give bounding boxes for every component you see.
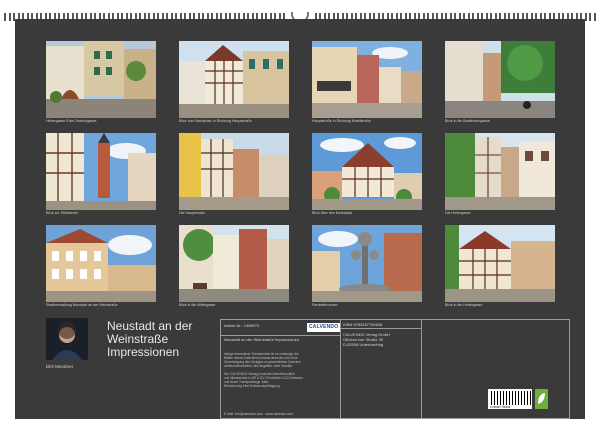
thumb-11[interactable] [312, 225, 422, 302]
author-portrait [46, 318, 88, 360]
calendar-back-sheet: Hintergasse Ecke Zwerchgasse Blick vom M… [15, 19, 585, 419]
photo-stiftskirche [46, 133, 156, 210]
caption-2: Blick vom Marktplatz in Richtung Hauptst… [179, 119, 252, 123]
binding-ring [4, 13, 6, 21]
caption-4: Blick in die Badstubengasse [445, 119, 490, 123]
caption-7: Blick über den Marktplatz [312, 211, 353, 215]
photo-hauptstrasse-marktstrasse [312, 41, 422, 118]
contact-line: E-Mail: info@calvendo.com · www.calvendo… [224, 412, 293, 416]
caption-6: Die Hauptstraße [179, 211, 206, 215]
photo-parabelbrunnen [312, 225, 422, 302]
info-subtitle: Neustadt an der Weinstraße Impressionen [224, 337, 300, 342]
caption-12: Blick in die Hintergasse [445, 303, 483, 307]
barcode-bar [529, 391, 531, 405]
photo-marktplatz [312, 133, 422, 210]
thumb-9[interactable] [46, 225, 156, 302]
caption-11: Parabelbrunnen [312, 303, 338, 307]
thumb-5[interactable] [46, 133, 156, 210]
thumb-2[interactable] [179, 41, 289, 118]
caption-1: Hintergasse Ecke Zwerchgasse [46, 119, 97, 123]
barcode-bar [493, 391, 496, 405]
barcode-bar [523, 391, 525, 405]
barcode-bar [508, 391, 511, 405]
binding-ring [8, 13, 11, 21]
barcode-bar [491, 391, 492, 405]
barcode-bar [521, 391, 522, 405]
thumb-12[interactable] [445, 225, 555, 302]
photo-hauptstrasse [179, 133, 289, 210]
thumb-8[interactable] [445, 133, 555, 210]
eco-leaf-icon [535, 389, 548, 409]
thumb-10[interactable] [179, 225, 289, 302]
description-line-4: weiterzuverarbeiten. Alle Angaben ohne G… [224, 364, 293, 368]
binding-ring [593, 13, 596, 21]
caption-10: Blick in die Mittelgasse [179, 303, 216, 307]
thumb-3[interactable] [312, 41, 422, 118]
barcode-bar [506, 391, 507, 405]
photo-stadtverwaltung [46, 225, 156, 302]
photo-badstubengasse [445, 41, 555, 118]
barcode-bar [518, 391, 519, 405]
isbn: ISBN 9783457750636 [343, 322, 383, 327]
barcode-bar [511, 391, 513, 405]
photo-mittelgasse [179, 225, 289, 302]
calendar-title: Neustadt an der Weinstraße Impressionen [107, 320, 227, 359]
thumb-4[interactable] [445, 41, 555, 118]
publisher-info-box: Artikel-Nr.: 1988973 CALVENDO Neustadt a… [220, 319, 570, 419]
barcode: 9 783457 750636 [488, 389, 532, 409]
barcode-bar [496, 391, 498, 405]
caption-3: Hauptstraße in Richtung Marktstraße [312, 119, 371, 123]
author-name: Dirk Meutzner [46, 364, 74, 369]
thumb-7[interactable] [312, 133, 422, 210]
barcode-bar [500, 391, 501, 405]
caption-9: Stadtverwaltung Neustadt an der Weinstra… [46, 303, 118, 307]
photo-hintergasse-2 [445, 225, 555, 302]
barcode-bar [514, 391, 516, 405]
thumb-6[interactable] [179, 133, 289, 210]
thumb-1[interactable] [46, 41, 156, 118]
photo-hintergasse-zwerchgasse [46, 41, 156, 118]
title-line-3: Impressionen [107, 345, 180, 359]
production-line-4: Reduzierung eine Emissionsauftragung. [224, 384, 281, 388]
article-number: Artikel-Nr.: 1988973 [224, 323, 260, 328]
barcode-bar [503, 391, 504, 405]
photo-hintergasse-1 [445, 133, 555, 210]
publisher-city: D-82008 Unterhaching [343, 342, 384, 347]
caption-5: Blick zur Stiftskirche [46, 211, 79, 215]
barcode-bar [526, 391, 528, 405]
binding-ring [589, 13, 591, 21]
calvendo-logo: CALVENDO [307, 323, 340, 332]
photo-marktplatz-hauptstrasse [179, 41, 289, 118]
caption-8: Die Hintergasse [445, 211, 471, 215]
